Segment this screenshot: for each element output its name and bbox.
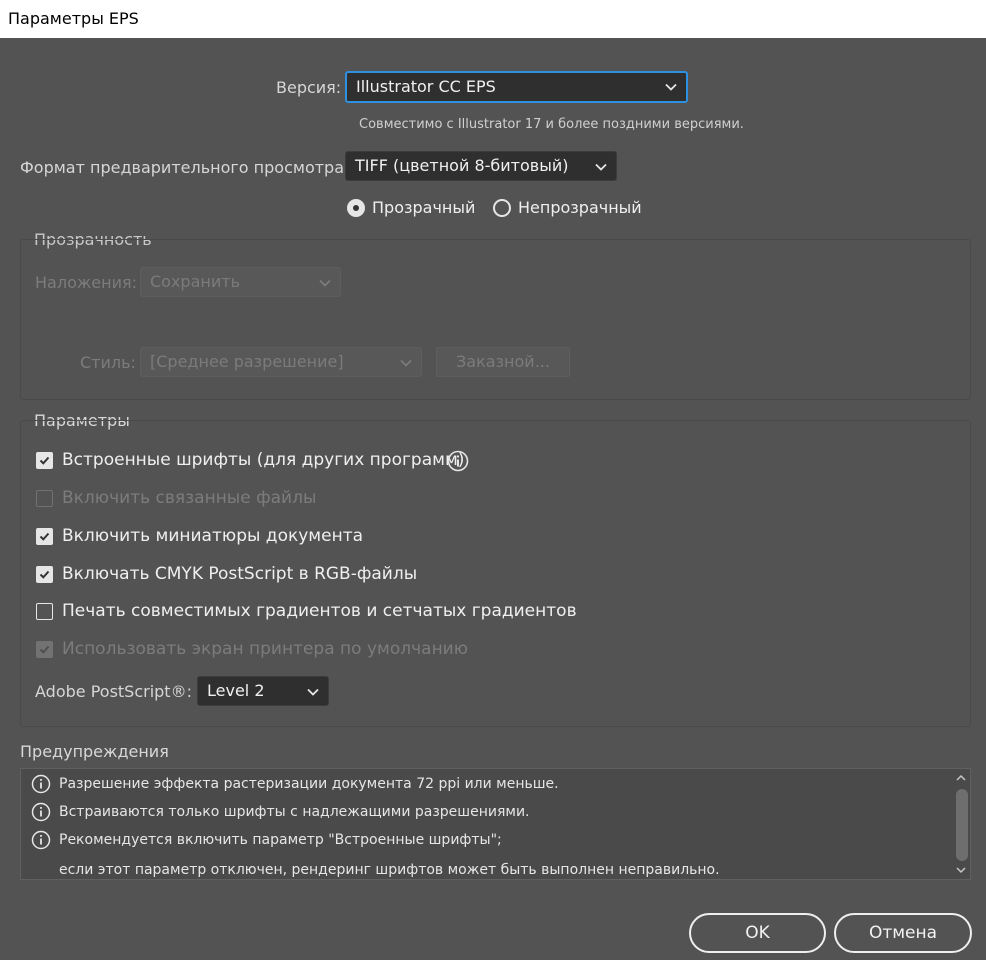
chevron-down-icon [307,688,319,696]
checkmark-icon [39,570,50,579]
checkbox-include-linked-files[interactable] [36,490,53,507]
custom-button[interactable]: Заказной... [436,347,570,377]
version-select[interactable]: Illustrator CC EPS [345,71,688,103]
postscript-level-select[interactable]: Level 2 [197,676,329,706]
overprints-select[interactable]: Сохранить [140,267,341,297]
radio-transparent-label: Прозрачный [372,198,476,217]
checkbox-cmyk-postscript[interactable] [36,566,53,583]
checkbox-embed-fonts-label: Встроенные шрифты (для других программ) [62,450,465,470]
checkmark-icon [39,532,50,541]
overprints-label: Наложения: [35,273,137,292]
overprints-value: Сохранить [150,272,240,291]
warnings-list[interactable]: Разрешение эффекта растеризации документ… [20,768,971,880]
warning-text: Встраиваются только шрифты с надлежащими… [59,804,530,820]
scrollbar-thumb[interactable] [956,789,968,861]
warnings-scrollbar[interactable] [954,771,968,877]
version-label: Версия: [276,78,342,97]
preview-format-select[interactable]: TIFF (цветной 8-битовый) [345,151,617,181]
preview-format-value: TIFF (цветной 8-битовый) [355,156,569,175]
radio-opaque[interactable] [493,199,511,217]
checkbox-compatible-gradients-label: Печать совместимых градиентов и сетчатых… [62,601,577,621]
checkmark-icon [39,645,50,654]
chevron-down-icon [319,279,331,287]
style-label: Стиль: [80,353,136,372]
warnings-heading: Предупреждения [20,742,169,761]
info-icon[interactable] [447,450,469,472]
cancel-button[interactable]: Отмена [834,913,972,953]
checkbox-include-linked-files-label: Включить связанные файлы [62,488,317,508]
warning-text: Разрешение эффекта растеризации документ… [59,776,559,792]
chevron-down-icon [400,359,412,367]
info-icon [31,830,51,850]
checkbox-embed-fonts[interactable] [36,452,53,469]
version-compat-note: Совместимо с Illustrator 17 и более позд… [359,117,744,132]
preview-format-label: Формат предварительного просмотра: [20,158,350,177]
radio-opaque-label: Непрозрачный [518,198,642,217]
info-icon [31,774,51,794]
checkbox-cmyk-postscript-label: Включать CMYK PostScript в RGB-файлы [62,564,418,584]
warning-text: если этот параметр отключен, рендеринг ш… [59,862,720,878]
checkbox-compatible-gradients[interactable] [36,603,53,620]
postscript-label: Adobe PostScript®: [35,682,192,701]
checkbox-include-thumbnails[interactable] [36,528,53,545]
scroll-up-icon[interactable] [955,773,967,783]
info-icon [31,802,51,822]
warning-text: Рекомендуется включить параметр "Встроен… [59,832,502,848]
version-value: Illustrator CC EPS [356,77,496,96]
radio-transparent[interactable] [347,199,365,217]
chevron-down-icon [665,83,677,91]
chevron-down-icon [595,163,607,171]
checkbox-default-printer-screen-label: Использовать экран принтера по умолчанию [62,639,469,659]
scroll-down-icon[interactable] [955,865,967,875]
ok-button[interactable]: OK [689,913,826,953]
checkbox-include-thumbnails-label: Включить миниатюры документа [62,526,364,546]
style-value: [Среднее разрешение] [150,352,344,371]
postscript-level-value: Level 2 [207,681,265,700]
window-title: Параметры EPS [0,0,986,38]
style-select[interactable]: [Среднее разрешение] [140,347,422,377]
checkbox-default-printer-screen[interactable] [36,641,53,658]
checkmark-icon [39,456,50,465]
